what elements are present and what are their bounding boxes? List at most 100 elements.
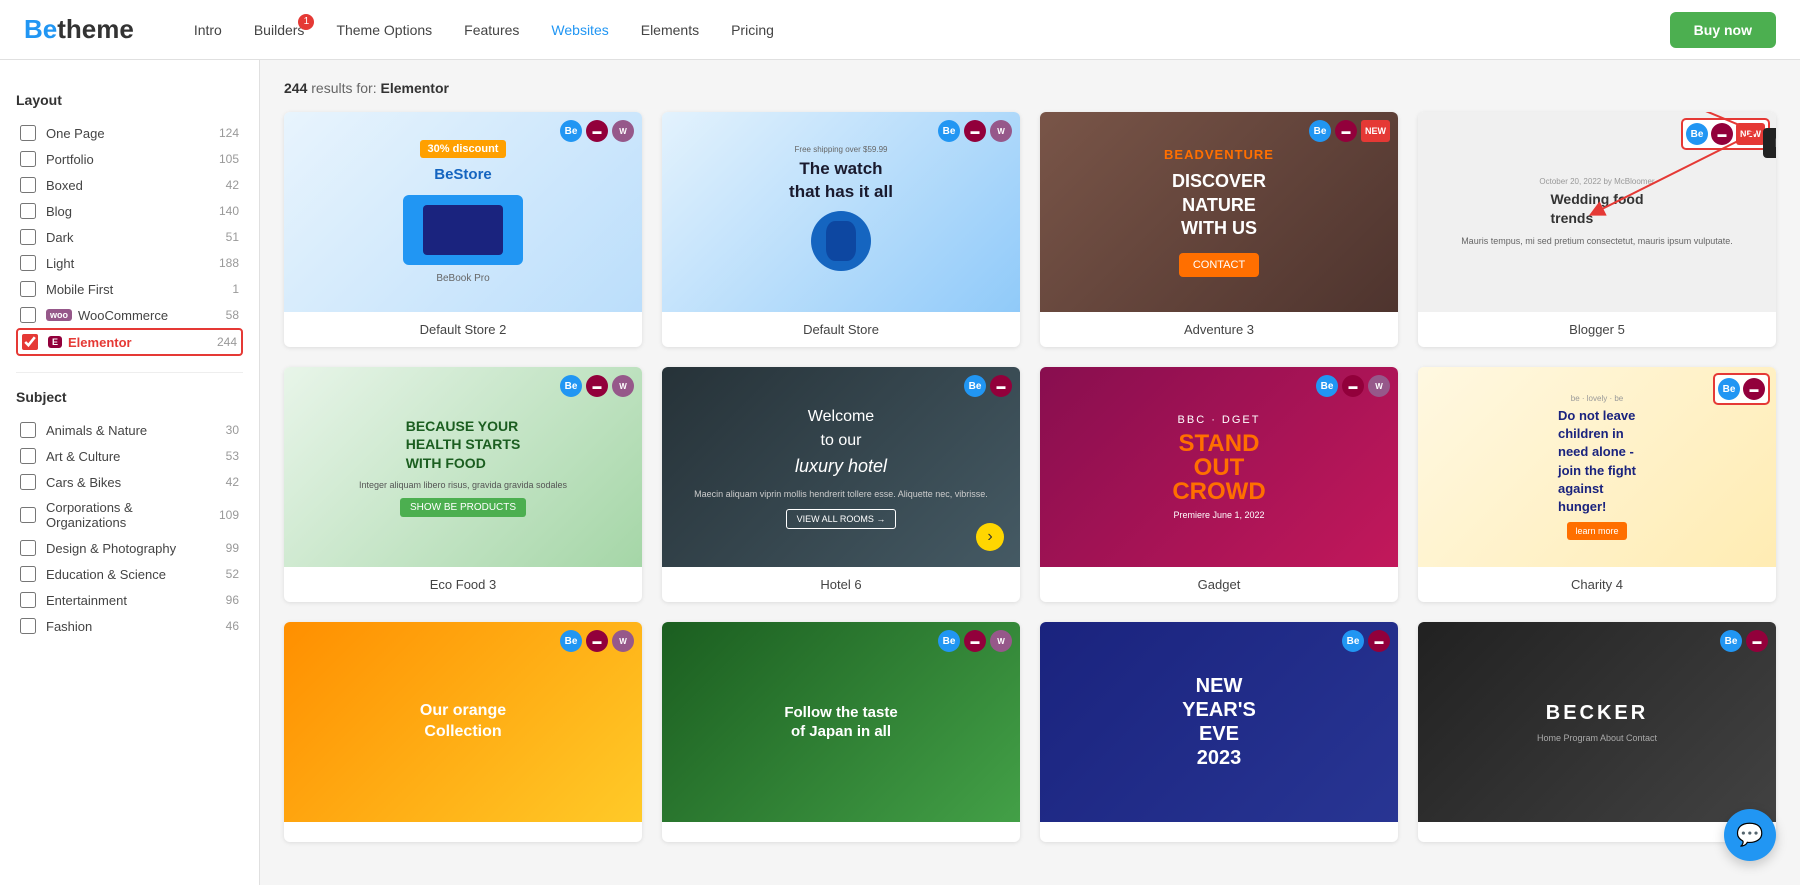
card-badges-eco-food: Be ▬ W bbox=[560, 375, 634, 397]
badge-woo-9: W bbox=[612, 630, 634, 652]
badge-el-9: ▬ bbox=[586, 630, 608, 652]
card-thumb-text-11: NEWYEAR'SEVE2023 bbox=[1040, 622, 1398, 822]
subject-section-title: Subject bbox=[16, 389, 243, 405]
badge-el: ▬ bbox=[586, 120, 608, 142]
card-name-default-store-2: Default Store 2 bbox=[284, 312, 642, 347]
card-thumb-text-9: Our orangeCollection bbox=[284, 622, 642, 822]
card-row3-a[interactable]: Our orangeCollection Be ▬ W bbox=[284, 622, 642, 842]
filter-animals[interactable]: Animals & Nature 30 bbox=[16, 417, 243, 443]
badge-woo-2: W bbox=[990, 120, 1012, 142]
card-thumb-eco-food: BECAUSE YOURHEALTH STARTSWITH FOOD Integ… bbox=[284, 367, 642, 567]
filter-education[interactable]: Education & Science 52 bbox=[16, 561, 243, 587]
card-badges-row3a: Be ▬ W bbox=[560, 630, 634, 652]
nav-theme-options[interactable]: Theme Options bbox=[336, 22, 432, 38]
chat-button[interactable]: 💬 bbox=[1724, 809, 1776, 861]
card-thumb-text-6: Welcometo ourluxury hotel Maecin aliquam… bbox=[662, 367, 1020, 567]
nav-intro[interactable]: Intro bbox=[194, 22, 222, 38]
card-badges-adventure: Be ▬ NEW bbox=[1309, 120, 1390, 142]
filter-dark-count: 51 bbox=[226, 230, 239, 244]
filter-portfolio[interactable]: Portfolio 105 bbox=[16, 146, 243, 172]
filter-dark-checkbox[interactable] bbox=[20, 229, 36, 245]
card-default-store-2[interactable]: 30% discount BeStore BeBook Pro Be ▬ W D… bbox=[284, 112, 642, 347]
filter-mobile-first-checkbox[interactable] bbox=[20, 281, 36, 297]
filter-mobile-first[interactable]: Mobile First 1 bbox=[16, 276, 243, 302]
filter-blog-label: Blog bbox=[46, 204, 215, 219]
filter-light-checkbox[interactable] bbox=[20, 255, 36, 271]
card-adventure-3[interactable]: BEADVENTURE DISCOVERNATUREWITH US CONTAC… bbox=[1040, 112, 1398, 347]
filter-woocommerce-checkbox[interactable] bbox=[20, 307, 36, 323]
filter-corporations-checkbox[interactable] bbox=[20, 507, 36, 523]
card-blogger-5[interactable]: October 20, 2022 by McBloomer Wedding fo… bbox=[1418, 112, 1776, 347]
card-eco-food-3[interactable]: BECAUSE YOURHEALTH STARTSWITH FOOD Integ… bbox=[284, 367, 642, 602]
badge-woo: W bbox=[612, 120, 634, 142]
filter-elementor[interactable]: E Elementor 244 bbox=[16, 328, 243, 356]
card-charity-4[interactable]: be · lovely · be Do not leavechildren in… bbox=[1418, 367, 1776, 602]
nav-websites[interactable]: Websites bbox=[551, 22, 608, 38]
nav-builders[interactable]: Builders 1 bbox=[254, 22, 305, 38]
filter-entertainment[interactable]: Entertainment 96 bbox=[16, 587, 243, 613]
filter-portfolio-count: 105 bbox=[219, 152, 239, 166]
filter-dark[interactable]: Dark 51 bbox=[16, 224, 243, 250]
card-thumb-text-2: Free shipping over $59.99 The watchthat … bbox=[662, 112, 1020, 312]
filter-fashion-checkbox[interactable] bbox=[20, 618, 36, 634]
card-name-blogger-5: Blogger 5 bbox=[1418, 312, 1776, 347]
badge-be-11: Be bbox=[1342, 630, 1364, 652]
filter-fashion-label: Fashion bbox=[46, 619, 222, 634]
buy-now-button[interactable]: Buy now bbox=[1670, 12, 1776, 48]
filter-one-page[interactable]: One Page 124 bbox=[16, 120, 243, 146]
filter-blog-checkbox[interactable] bbox=[20, 203, 36, 219]
filter-entertainment-checkbox[interactable] bbox=[20, 592, 36, 608]
builders-badge: 1 bbox=[298, 14, 314, 30]
filter-one-page-checkbox[interactable] bbox=[20, 125, 36, 141]
card-thumb-row3b: Follow the tasteof Japan in all Be ▬ W bbox=[662, 622, 1020, 822]
badge-be-6: Be bbox=[964, 375, 986, 397]
card-gadget[interactable]: BBC · DGET Standoutcrowd Premiere June 1… bbox=[1040, 367, 1398, 602]
filter-cars[interactable]: Cars & Bikes 42 bbox=[16, 469, 243, 495]
filter-elementor-checkbox[interactable] bbox=[22, 334, 38, 350]
filter-cars-checkbox[interactable] bbox=[20, 474, 36, 490]
card-hotel-6[interactable]: Welcometo ourluxury hotel Maecin aliquam… bbox=[662, 367, 1020, 602]
filter-art-checkbox[interactable] bbox=[20, 448, 36, 464]
filter-corporations[interactable]: Corporations & Organizations 109 bbox=[16, 495, 243, 535]
logo[interactable]: Betheme bbox=[24, 14, 134, 45]
elementor-badge: E bbox=[48, 336, 62, 348]
filter-portfolio-checkbox[interactable] bbox=[20, 151, 36, 167]
badge-el-5: ▬ bbox=[586, 375, 608, 397]
card-row3-c[interactable]: NEWYEAR'SEVE2023 Be ▬ bbox=[1040, 622, 1398, 842]
main-layout: Layout One Page 124 Portfolio 105 Boxed … bbox=[0, 60, 1800, 885]
card-row3-b[interactable]: Follow the tasteof Japan in all Be ▬ W bbox=[662, 622, 1020, 842]
filter-corporations-label: Corporations & Organizations bbox=[46, 500, 215, 530]
card-row3-d[interactable]: BECKER Home Program About Contact Be ▬ bbox=[1418, 622, 1776, 842]
chat-icon: 💬 bbox=[1736, 822, 1763, 848]
filter-design[interactable]: Design & Photography 99 bbox=[16, 535, 243, 561]
badge-woo-5: W bbox=[612, 375, 634, 397]
filter-design-checkbox[interactable] bbox=[20, 540, 36, 556]
filter-education-checkbox[interactable] bbox=[20, 566, 36, 582]
badge-be-9: Be bbox=[560, 630, 582, 652]
nav-features[interactable]: Features bbox=[464, 22, 519, 38]
card-thumb-hotel: Welcometo ourluxury hotel Maecin aliquam… bbox=[662, 367, 1020, 567]
nav-elements[interactable]: Elements bbox=[641, 22, 699, 38]
filter-fashion[interactable]: Fashion 46 bbox=[16, 613, 243, 639]
header: Betheme Intro Builders 1 Theme Options F… bbox=[0, 0, 1800, 60]
card-name-hotel-6: Hotel 6 bbox=[662, 567, 1020, 602]
card-default-store[interactable]: Free shipping over $59.99 The watchthat … bbox=[662, 112, 1020, 347]
filter-animals-checkbox[interactable] bbox=[20, 422, 36, 438]
card-thumb-text-10: Follow the tasteof Japan in all bbox=[662, 622, 1020, 822]
card-name-default-store: Default Store bbox=[662, 312, 1020, 347]
card-thumb-adventure: BEADVENTURE DISCOVERNATUREWITH US CONTAC… bbox=[1040, 112, 1398, 312]
filter-blog[interactable]: Blog 140 bbox=[16, 198, 243, 224]
filter-boxed[interactable]: Boxed 42 bbox=[16, 172, 243, 198]
card-thumb-text-12: BECKER Home Program About Contact bbox=[1418, 622, 1776, 822]
main-nav: Intro Builders 1 Theme Options Features … bbox=[194, 22, 1670, 38]
filter-woocommerce-label: woo WooCommerce bbox=[46, 308, 222, 323]
filter-light[interactable]: Light 188 bbox=[16, 250, 243, 276]
filter-boxed-count: 42 bbox=[226, 178, 239, 192]
nav-pricing[interactable]: Pricing bbox=[731, 22, 774, 38]
charity4-badges-highlighted: Be ▬ bbox=[1713, 373, 1770, 405]
filter-woocommerce[interactable]: woo WooCommerce 58 bbox=[16, 302, 243, 328]
filter-boxed-checkbox[interactable] bbox=[20, 177, 36, 193]
filter-art[interactable]: Art & Culture 53 bbox=[16, 443, 243, 469]
card-name-row3d bbox=[1418, 822, 1776, 842]
filter-art-label: Art & Culture bbox=[46, 449, 222, 464]
